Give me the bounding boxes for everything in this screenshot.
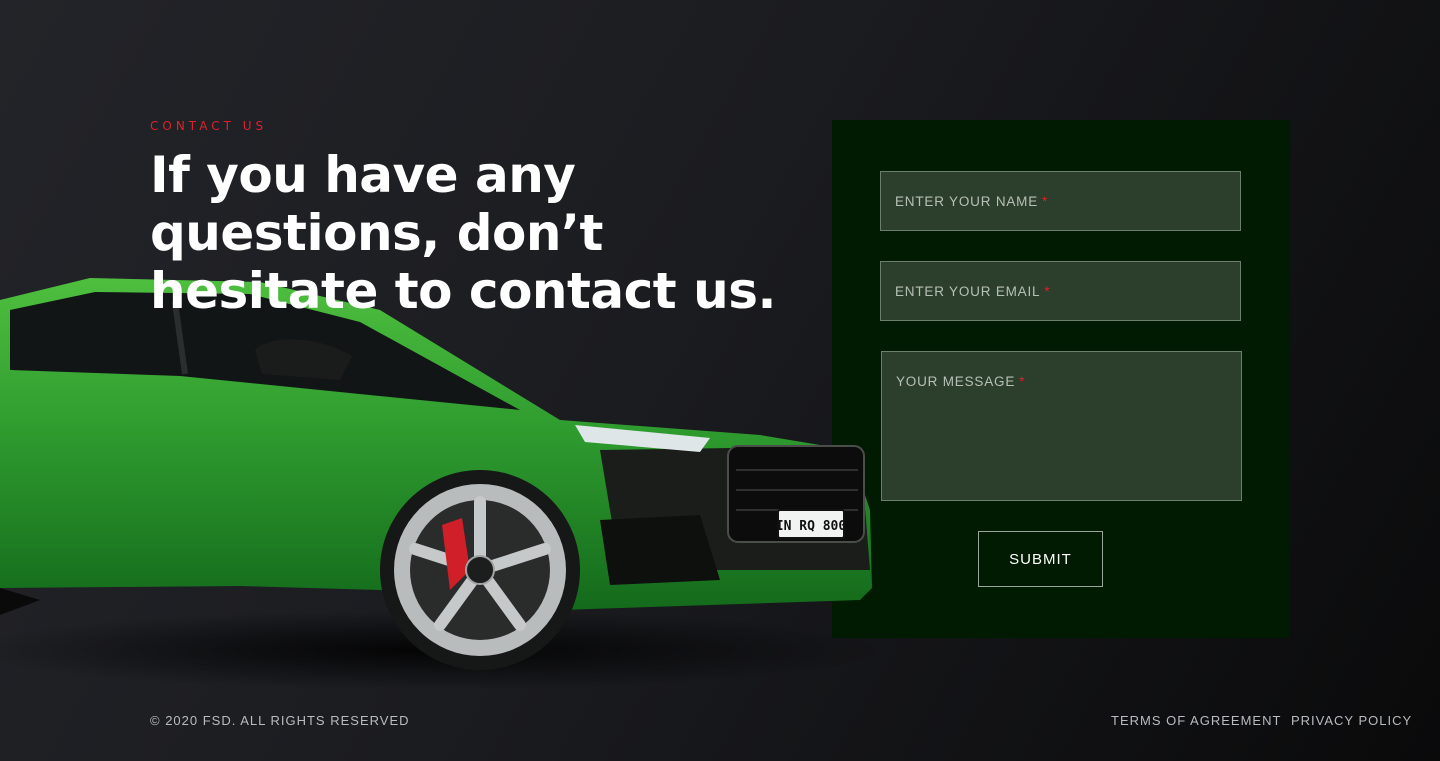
email-placeholder: ENTER YOUR EMAIL	[895, 283, 1041, 299]
message-field[interactable]: YOUR MESSAGE *	[881, 351, 1242, 501]
message-placeholder: YOUR MESSAGE	[896, 374, 1016, 389]
submit-button[interactable]: SUBMIT	[978, 531, 1103, 587]
page-title: If you have any questions, don’t hesitat…	[150, 146, 776, 320]
required-marker: *	[1019, 374, 1026, 389]
car-image: IN RQ 800	[0, 278, 880, 690]
copyright-text: © 2020 FSD. ALL RIGHTS RESERVED	[150, 713, 410, 728]
terms-link[interactable]: TERMS OF AGREEMENT	[1111, 713, 1281, 728]
license-plate-text: IN RQ 800	[776, 519, 847, 534]
section-eyebrow: CONTACT US	[150, 119, 268, 133]
name-placeholder: ENTER YOUR NAME	[895, 193, 1039, 209]
name-field[interactable]: ENTER YOUR NAME *	[880, 171, 1241, 231]
required-marker: *	[1042, 193, 1049, 209]
email-field[interactable]: ENTER YOUR EMAIL *	[880, 261, 1241, 321]
required-marker: *	[1044, 283, 1051, 299]
privacy-link[interactable]: PRIVACY POLICY	[1291, 713, 1412, 728]
